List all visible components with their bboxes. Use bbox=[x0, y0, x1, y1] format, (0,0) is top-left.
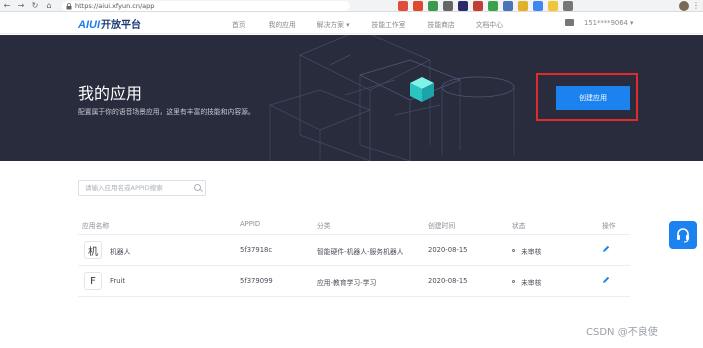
lock-icon bbox=[66, 2, 72, 9]
more-menu-icon[interactable]: ⋮ bbox=[692, 0, 700, 12]
extension-icon[interactable] bbox=[533, 1, 543, 11]
app-status: 未审核 bbox=[521, 248, 542, 256]
forward-icon[interactable]: → bbox=[14, 0, 28, 12]
extension-icon[interactable] bbox=[398, 1, 408, 11]
nav-docs[interactable]: 文档中心 bbox=[476, 19, 503, 29]
watermark: CSDN @不良使 bbox=[586, 327, 658, 338]
edit-icon[interactable] bbox=[602, 276, 610, 284]
table-row[interactable]: F Fruit 5f379099 应用-教育学习-学习 2020-08-15 未… bbox=[78, 266, 630, 297]
nav-home[interactable]: 首页 bbox=[232, 19, 246, 29]
app-avatar: 机 bbox=[84, 241, 102, 259]
account-menu[interactable]: 151****9064 ▾ bbox=[584, 19, 633, 27]
logo-text: AIUI bbox=[78, 19, 100, 31]
customer-service-button[interactable] bbox=[669, 221, 697, 249]
site-logo[interactable]: AIUI开放平台 bbox=[78, 16, 141, 31]
site-header: AIUI开放平台 首页 我的应用 解决方案 ▾ 技能工作室 技能商店 文档中心 … bbox=[0, 13, 703, 34]
app-category: 应用-教育学习-学习 bbox=[317, 279, 377, 287]
header-actions: 操作 bbox=[602, 222, 616, 230]
extension-icon[interactable] bbox=[413, 1, 423, 11]
extension-icon[interactable] bbox=[488, 1, 498, 11]
logo-cn: 开放平台 bbox=[101, 20, 141, 31]
nav-my-apps[interactable]: 我的应用 bbox=[269, 19, 296, 29]
extension-icon[interactable] bbox=[473, 1, 483, 11]
header-category: 分类 bbox=[317, 222, 331, 230]
profile-avatar[interactable] bbox=[679, 1, 689, 11]
nav-skill-studio[interactable]: 技能工作室 bbox=[372, 19, 406, 29]
extension-icon[interactable] bbox=[428, 1, 438, 11]
nav-solutions[interactable]: 解决方案 ▾ bbox=[317, 19, 350, 29]
top-nav: 首页 我的应用 解决方案 ▾ 技能工作室 技能商店 文档中心 bbox=[232, 19, 503, 29]
back-icon[interactable]: ← bbox=[0, 0, 14, 12]
edit-icon[interactable] bbox=[602, 245, 610, 253]
status-dot-icon bbox=[512, 280, 515, 283]
app-id: 5f379099 bbox=[240, 277, 273, 285]
app-name[interactable]: Fruit bbox=[110, 277, 125, 285]
apps-table: 应用名称 APPID 分类 创建时间 状态 操作 机 机器人 5f37918c … bbox=[78, 214, 630, 297]
app-created: 2020-08-15 bbox=[428, 246, 468, 254]
page-description: 配置属于你的语音场景应用，这里有丰富的技能和内容源。 bbox=[78, 108, 255, 116]
header-created: 创建时间 bbox=[428, 222, 456, 230]
reload-icon[interactable]: ↻ bbox=[28, 0, 42, 12]
extension-icons bbox=[398, 1, 573, 11]
extension-icon[interactable] bbox=[458, 1, 468, 11]
nav-skill-store[interactable]: 技能商店 bbox=[428, 19, 455, 29]
app-id: 5f37918c bbox=[240, 246, 273, 254]
mail-icon[interactable] bbox=[565, 19, 574, 26]
header-status: 状态 bbox=[512, 222, 526, 230]
app-search bbox=[78, 180, 206, 196]
status-dot-icon bbox=[512, 249, 515, 252]
app-category: 智能硬件-机器人-服务机器人 bbox=[317, 248, 404, 256]
header-appid: APPID bbox=[240, 220, 261, 228]
search-icon[interactable] bbox=[194, 184, 201, 191]
page-banner: 我的应用 配置属于你的语音场景应用，这里有丰富的技能和内容源。 创建应用 bbox=[0, 35, 703, 161]
app-name[interactable]: 机器人 bbox=[110, 246, 130, 256]
table-row[interactable]: 机 机器人 5f37918c 智能硬件-机器人-服务机器人 2020-08-15… bbox=[78, 235, 630, 266]
search-input[interactable] bbox=[79, 181, 189, 195]
page-title: 我的应用 bbox=[78, 84, 143, 103]
app-created: 2020-08-15 bbox=[428, 277, 468, 285]
headset-icon bbox=[677, 228, 689, 243]
extension-icon[interactable] bbox=[503, 1, 513, 11]
create-app-button[interactable]: 创建应用 bbox=[556, 86, 630, 110]
browser-toolbar: ← → ↻ ⌂ https://aiui.xfyun.cn/app ⋮ bbox=[0, 0, 703, 12]
extension-icon[interactable] bbox=[563, 1, 573, 11]
app-avatar: F bbox=[84, 272, 102, 290]
header-app-name: 应用名称 bbox=[82, 222, 110, 230]
extension-icon[interactable] bbox=[518, 1, 528, 11]
table-header: 应用名称 APPID 分类 创建时间 状态 操作 bbox=[78, 214, 630, 235]
extension-icon[interactable] bbox=[548, 1, 558, 11]
extension-icon[interactable] bbox=[443, 1, 453, 11]
home-icon[interactable]: ⌂ bbox=[42, 0, 56, 12]
address-bar[interactable]: https://aiui.xfyun.cn/app bbox=[62, 1, 350, 11]
url-text: https://aiui.xfyun.cn/app bbox=[75, 2, 155, 10]
app-status: 未审核 bbox=[521, 279, 542, 287]
